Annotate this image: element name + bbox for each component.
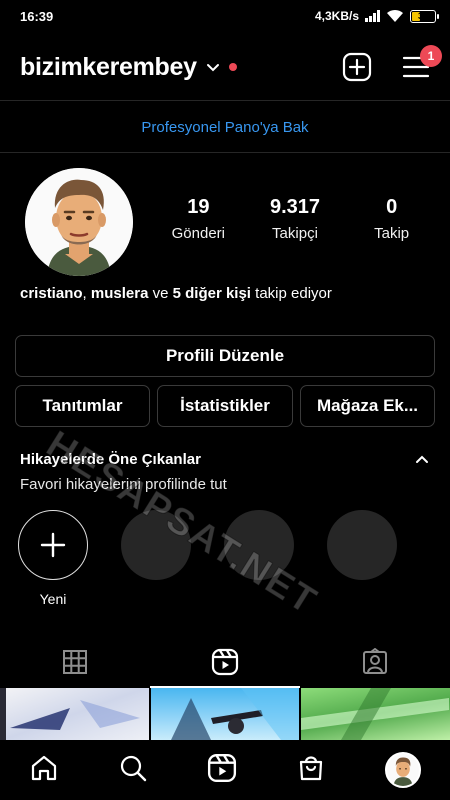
grid-icon xyxy=(63,650,87,674)
stat-value: 0 xyxy=(386,196,398,218)
stat-posts[interactable]: 19 Gönderi xyxy=(153,196,243,242)
nav-profile[interactable] xyxy=(384,752,421,788)
new-highlight-button[interactable] xyxy=(18,510,88,580)
follower-others: 5 diğer kişi xyxy=(172,285,251,302)
highlight-placeholder xyxy=(327,510,397,580)
chevron-up-icon[interactable] xyxy=(414,452,430,468)
reels-icon xyxy=(211,648,239,676)
status-time: 16:39 xyxy=(20,8,54,24)
follower-name-1: cristiano xyxy=(20,285,83,302)
profile-avatar-icon xyxy=(386,754,419,786)
reels-icon xyxy=(207,753,237,782)
reel-thumbnail[interactable] xyxy=(301,688,450,740)
wifi-icon xyxy=(387,9,403,22)
followed-by-text[interactable]: cristiano, muslera ve 5 diğer kişi takip… xyxy=(20,285,332,302)
status-right: 4,3KB/s 35 xyxy=(314,9,439,23)
battery-level: 35 xyxy=(417,11,428,21)
profile-header: bizimkerembey 1 xyxy=(0,36,450,98)
insights-button[interactable]: İstatistikler xyxy=(157,385,293,427)
promotions-button[interactable]: Tanıtımlar xyxy=(15,385,150,427)
chevron-down-icon[interactable] xyxy=(205,59,221,75)
unread-dot xyxy=(228,63,237,71)
memoji-avatar-image xyxy=(25,168,133,276)
thumbnail-image xyxy=(170,688,299,740)
reels-grid xyxy=(0,688,450,740)
tab-tagged[interactable] xyxy=(300,636,450,688)
header-actions: 1 xyxy=(342,45,442,82)
nav-search[interactable] xyxy=(118,753,148,788)
shop-button[interactable]: Mağaza Ek... xyxy=(300,385,435,427)
notification-badge: 1 xyxy=(420,45,442,67)
stat-following[interactable]: 0 Takip xyxy=(347,196,437,242)
follower-mid: ve xyxy=(148,285,173,302)
create-button[interactable] xyxy=(342,52,372,82)
stat-label: Takip xyxy=(374,225,410,242)
reel-thumbnail[interactable] xyxy=(0,688,149,740)
edit-profile-button[interactable]: Profili Düzenle xyxy=(15,335,435,377)
stat-label: Gönderi xyxy=(171,225,226,242)
signal-icon xyxy=(365,10,380,22)
stat-value: 19 xyxy=(187,196,210,218)
tab-reels[interactable] xyxy=(150,636,300,688)
username[interactable]: bizimkerembey xyxy=(20,53,197,82)
stat-value: 9.317 xyxy=(269,196,321,218)
thumbnail-image xyxy=(0,688,140,740)
battery-icon: 35 xyxy=(410,9,439,23)
new-highlight-label: Yeni xyxy=(39,591,67,607)
follower-sep: , xyxy=(82,285,91,302)
shopping-bag-icon xyxy=(299,755,322,780)
home-icon xyxy=(32,755,57,780)
tagged-icon xyxy=(363,648,387,674)
follower-name-2: muslera xyxy=(90,285,149,302)
tab-posts[interactable] xyxy=(0,636,150,688)
reel-thumbnail[interactable] xyxy=(150,688,300,740)
nav-reels[interactable] xyxy=(207,753,237,788)
bottom-nav xyxy=(0,740,450,800)
menu-button[interactable]: 1 xyxy=(402,45,442,79)
stat-followers[interactable]: 9.317 Takipçi xyxy=(250,196,340,242)
profile-avatar[interactable] xyxy=(25,168,133,276)
profile-stats: 19 Gönderi 9.317 Takipçi 0 Takip xyxy=(150,196,440,242)
network-speed: 4,3KB/s xyxy=(314,9,359,23)
nav-shop[interactable] xyxy=(296,753,326,788)
search-icon xyxy=(121,755,147,781)
stat-label: Takipçi xyxy=(272,225,318,242)
thumbnail-image xyxy=(301,688,450,740)
divider xyxy=(0,100,450,101)
professional-dashboard-link[interactable]: Profesyonel Pano'ya Bak xyxy=(0,104,450,150)
divider xyxy=(0,152,450,153)
plus-icon xyxy=(40,532,66,558)
status-bar: 16:39 4,3KB/s 35 xyxy=(0,0,450,32)
plus-square-icon xyxy=(342,52,372,82)
profile-tabs xyxy=(0,636,450,688)
nav-home[interactable] xyxy=(29,753,59,788)
follower-tail: takip ediyor xyxy=(250,285,332,302)
